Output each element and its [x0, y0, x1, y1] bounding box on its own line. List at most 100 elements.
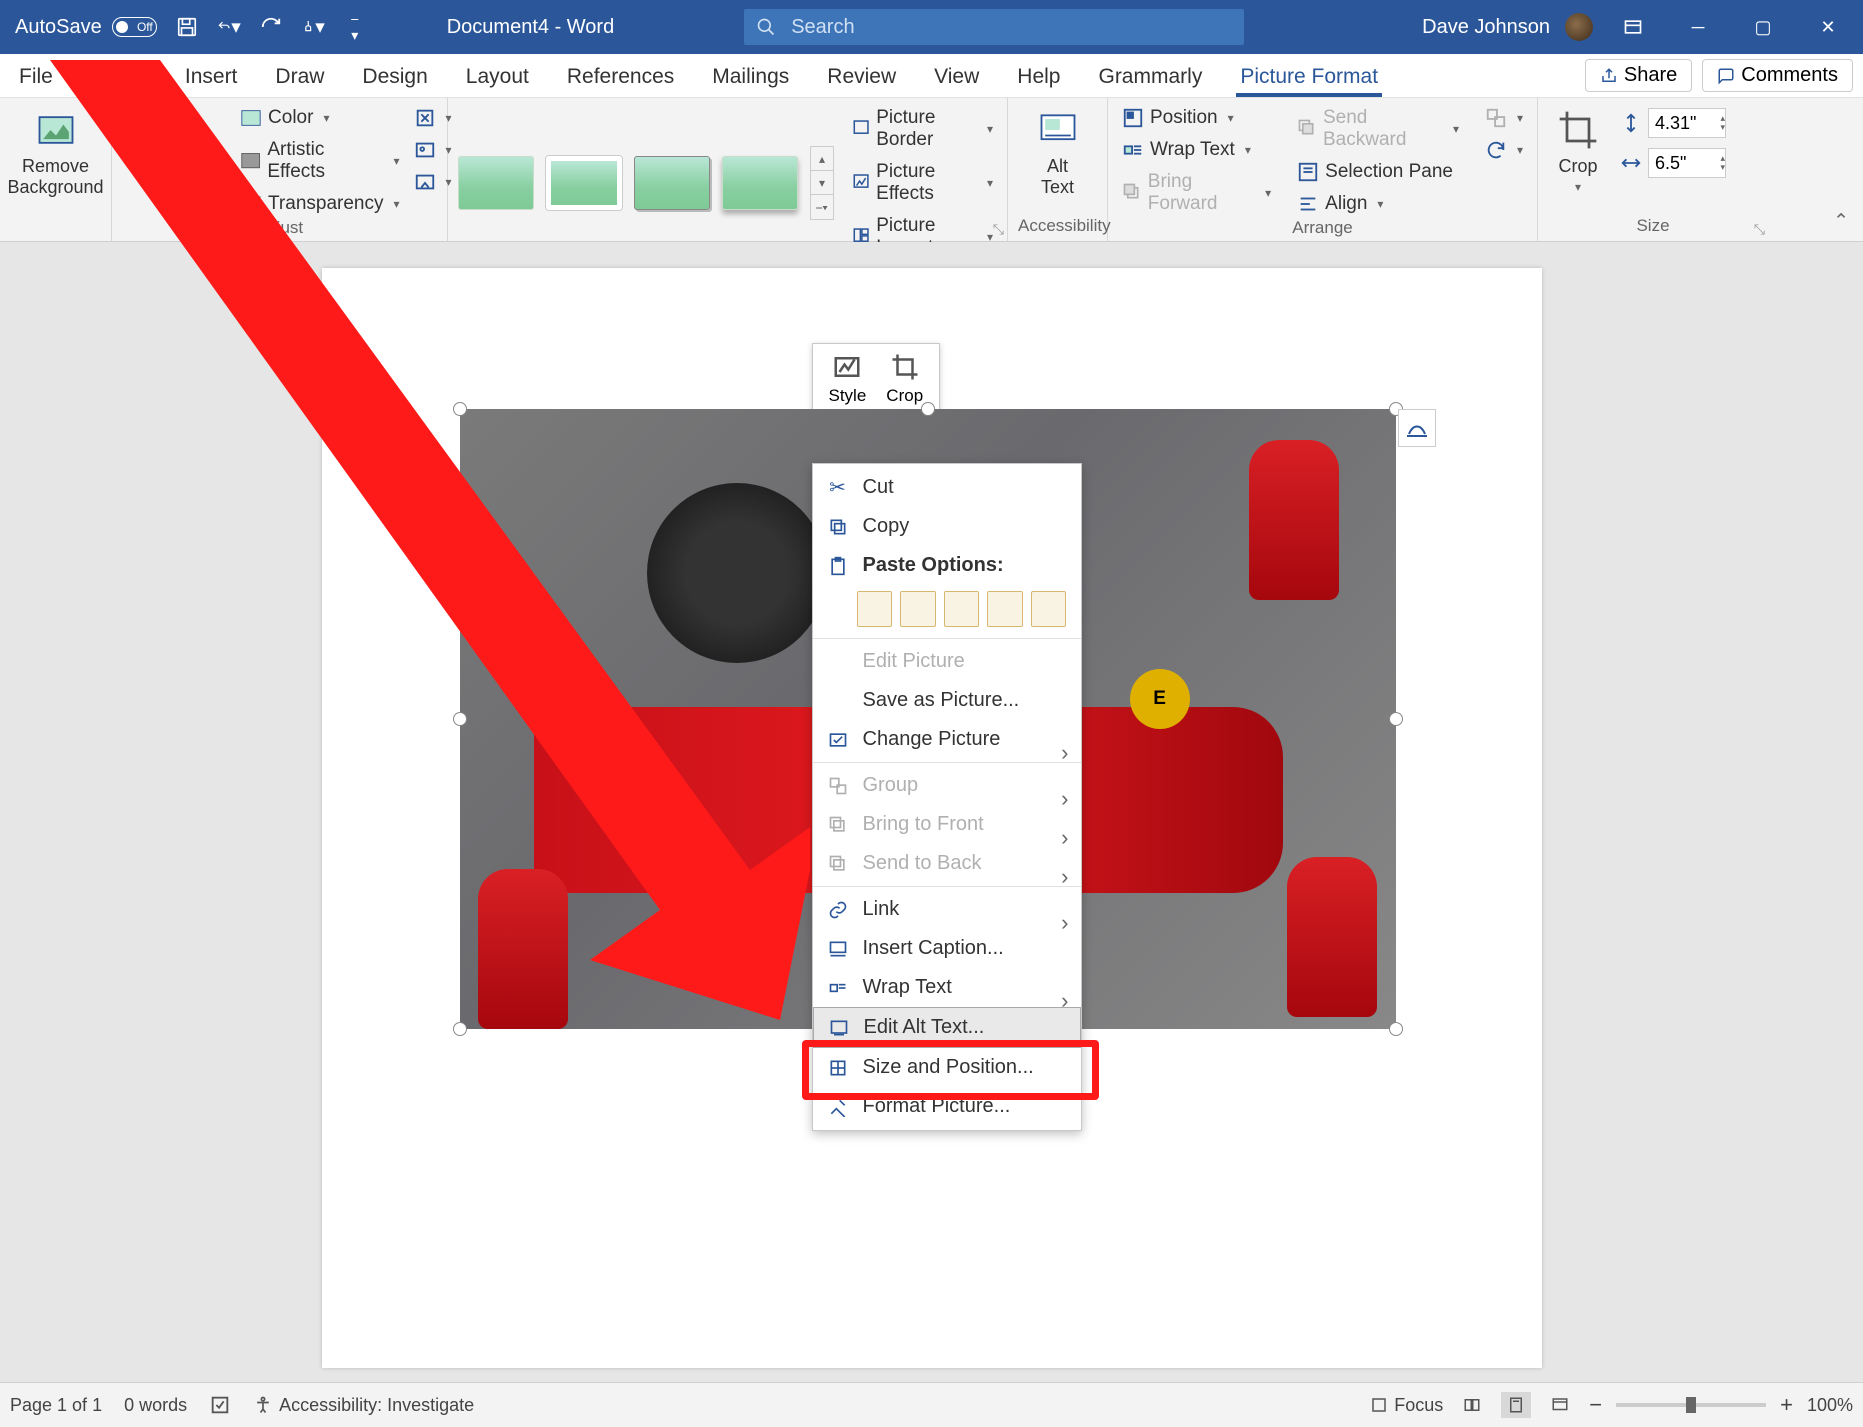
search-icon	[756, 17, 776, 37]
paste-opt-5[interactable]	[1031, 591, 1067, 627]
ctx-change-picture[interactable]: Change Picture	[813, 720, 1081, 759]
picture-effects-button[interactable]: Picture Effects	[848, 158, 997, 208]
save-icon[interactable]	[175, 15, 199, 39]
search-input[interactable]: Search	[744, 9, 1244, 45]
style-thumb-4[interactable]	[722, 156, 798, 210]
paste-opt-4[interactable]	[987, 591, 1023, 627]
ctx-cut[interactable]: ✂Cut	[813, 468, 1081, 507]
align-button[interactable]: Align	[1293, 190, 1463, 218]
tab-mailings[interactable]: Mailings	[708, 65, 793, 97]
style-thumb-3[interactable]	[634, 156, 710, 210]
title-bar: AutoSave Off ▾ ▾ ⎯▾ Document4 - Word Sea…	[0, 0, 1863, 54]
user-name: Dave Johnson	[1422, 16, 1550, 39]
tab-insert[interactable]: Insert	[181, 65, 242, 97]
web-layout-icon[interactable]	[1545, 1392, 1575, 1418]
size-launcher-icon[interactable]: ⤡	[1754, 221, 1765, 238]
tab-view[interactable]: View	[930, 65, 983, 97]
front-icon	[827, 814, 849, 836]
share-button[interactable]: Share	[1585, 59, 1692, 92]
zoom-slider[interactable]	[1616, 1403, 1766, 1407]
collapse-ribbon-icon[interactable]: ⌃	[1833, 210, 1849, 233]
spellcheck-icon[interactable]	[209, 1394, 231, 1416]
tab-layout[interactable]: Layout	[462, 65, 533, 97]
comments-button[interactable]: Comments	[1702, 59, 1853, 92]
selection-pane-button[interactable]: Selection Pane	[1293, 158, 1463, 186]
zoom-level[interactable]: 100%	[1807, 1395, 1853, 1416]
tab-references[interactable]: References	[563, 65, 678, 97]
tab-draw[interactable]: Draw	[271, 65, 328, 97]
remove-background-button[interactable]: Remove Background	[10, 104, 101, 201]
gallery-more-icon[interactable]: ⎯▾	[811, 195, 833, 219]
mini-crop-button[interactable]: Crop	[876, 350, 933, 408]
wrap-text-button[interactable]: Wrap Text	[1118, 136, 1275, 164]
ctx-wrap-text[interactable]: Wrap Text	[813, 968, 1081, 1007]
focus-button[interactable]: Focus	[1370, 1395, 1443, 1416]
crop-button[interactable]: Crop▾	[1548, 104, 1608, 198]
change-icon	[827, 729, 849, 751]
tab-home[interactable]: Home	[87, 65, 151, 97]
ctx-save-as-picture[interactable]: Save as Picture...	[813, 681, 1081, 720]
paste-opt-2[interactable]	[900, 591, 936, 627]
touch-mode-icon[interactable]: ▾	[301, 15, 325, 39]
gallery-down-icon[interactable]: ▾	[811, 171, 833, 195]
document-area: Style Crop E	[0, 242, 1863, 1382]
ribbon-display-icon[interactable]	[1608, 7, 1658, 47]
zoom-in-icon[interactable]: +	[1780, 1392, 1793, 1418]
tab-grammarly[interactable]: Grammarly	[1094, 65, 1206, 97]
rotate-button[interactable]	[1481, 136, 1527, 164]
word-count[interactable]: 0 words	[124, 1395, 187, 1416]
height-input[interactable]: 4.31"▴▾	[1648, 108, 1726, 138]
style-thumb-2[interactable]	[546, 156, 622, 210]
zoom-out-icon[interactable]: −	[1589, 1392, 1602, 1418]
qat-customize-icon[interactable]: ⎯▾	[343, 15, 367, 39]
autosave-toggle[interactable]: AutoSave Off	[15, 16, 157, 39]
transparency-icon	[240, 193, 262, 215]
accessibility-label: Accessibility	[1018, 216, 1097, 239]
close-button[interactable]: ✕	[1803, 7, 1853, 47]
redo-icon[interactable]	[259, 15, 283, 39]
width-input[interactable]: 6.5"▴▾	[1648, 148, 1726, 178]
style-thumb-1[interactable]	[458, 156, 534, 210]
tab-help[interactable]: Help	[1013, 65, 1064, 97]
mini-style-button[interactable]: Style	[819, 350, 877, 408]
tab-review[interactable]: Review	[823, 65, 900, 97]
styles-launcher-icon[interactable]: ⤡	[993, 221, 1004, 238]
undo-icon[interactable]: ▾	[217, 15, 241, 39]
mini-toolbar: Style Crop	[812, 343, 941, 415]
position-button[interactable]: Position	[1118, 104, 1275, 132]
tab-design[interactable]: Design	[358, 65, 431, 97]
tab-file[interactable]: File	[15, 65, 57, 97]
corrections-button[interactable]: Corrections▾	[122, 104, 230, 218]
transparency-button[interactable]: Transparency	[236, 190, 404, 218]
picture-border-button[interactable]: Picture Border	[848, 104, 997, 154]
ctx-copy[interactable]: Copy	[813, 507, 1081, 546]
paste-opt-3[interactable]	[944, 591, 980, 627]
ctx-insert-caption[interactable]: Insert Caption...	[813, 929, 1081, 968]
print-layout-icon[interactable]	[1501, 1392, 1531, 1418]
minimize-button[interactable]: ─	[1673, 7, 1723, 47]
rotate-icon	[1485, 139, 1507, 161]
gallery-scroll[interactable]: ▴ ▾ ⎯▾	[810, 146, 834, 220]
alt-text-button[interactable]: Alt Text	[1018, 104, 1097, 201]
maximize-button[interactable]: ▢	[1738, 7, 1788, 47]
paste-opt-1[interactable]	[857, 591, 893, 627]
bring-forward-button[interactable]: Bring Forward	[1118, 168, 1275, 218]
user-avatar[interactable]	[1565, 13, 1593, 41]
artistic-effects-button[interactable]: Artistic Effects	[236, 136, 404, 186]
accessibility-status[interactable]: Accessibility: Investigate	[253, 1395, 474, 1416]
read-mode-icon[interactable]	[1457, 1392, 1487, 1418]
group-button[interactable]	[1481, 104, 1527, 132]
group-icon	[1485, 107, 1507, 129]
page-indicator[interactable]: Page 1 of 1	[10, 1395, 102, 1416]
send-backward-button[interactable]: Send Backward	[1293, 104, 1463, 154]
group-arrange: Position Wrap Text Bring Forward Send Ba…	[1108, 98, 1538, 241]
color-button[interactable]: Color	[236, 104, 404, 132]
tab-picture-format[interactable]: Picture Format	[1236, 65, 1382, 97]
ctx-link[interactable]: Link	[813, 890, 1081, 929]
styles-gallery[interactable]: ▴ ▾ ⎯▾	[458, 146, 834, 220]
copy-icon	[827, 516, 849, 538]
layout-options-icon[interactable]	[1398, 409, 1436, 447]
ctx-paste-options: Paste Options:	[813, 546, 1081, 585]
gallery-up-icon[interactable]: ▴	[811, 147, 833, 171]
toggle-switch-icon[interactable]: Off	[112, 17, 157, 37]
